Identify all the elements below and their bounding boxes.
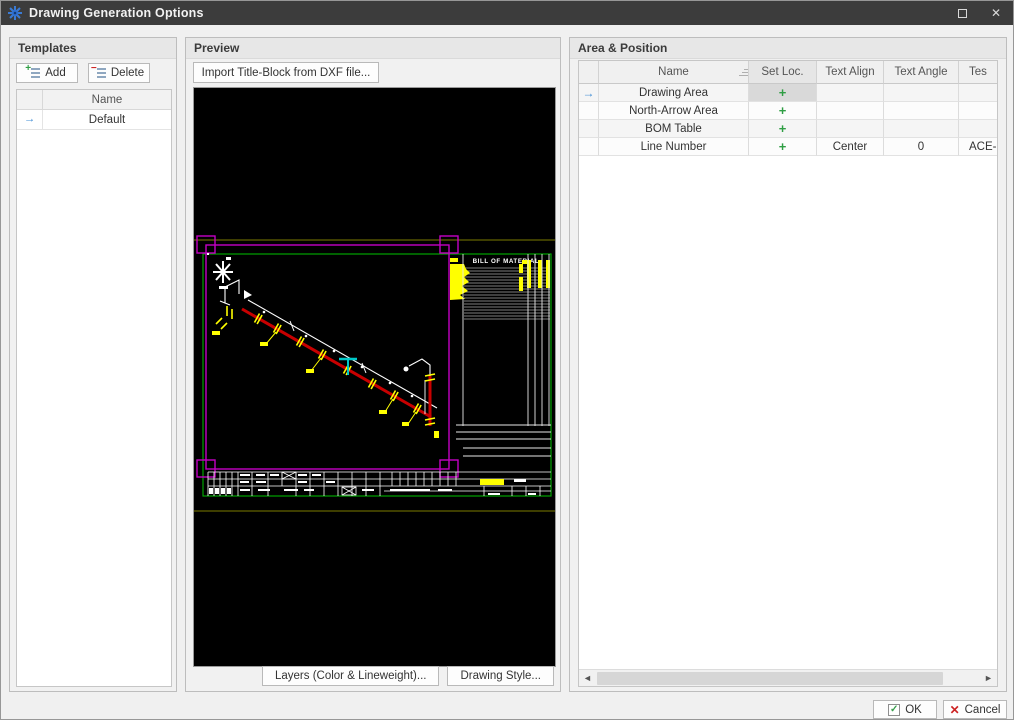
cell-text-style[interactable]: [959, 120, 997, 138]
drawing-style-button[interactable]: Drawing Style...: [447, 666, 554, 686]
cell-name[interactable]: Line Number: [599, 138, 749, 156]
delete-template-button[interactable]: − Delete: [88, 63, 150, 83]
cancel-x-icon: ✕: [949, 702, 960, 717]
templates-list: Name → Default: [16, 89, 172, 687]
cell-text-align[interactable]: [817, 120, 884, 138]
close-button[interactable]: ✕: [979, 1, 1013, 25]
template-row-default[interactable]: → Default: [17, 110, 171, 130]
grid-row-drawing-area[interactable]: → Drawing Area +: [579, 84, 997, 102]
column-header-text-align[interactable]: Text Align: [817, 61, 884, 84]
cell-text-align[interactable]: [817, 84, 884, 102]
sheet-border: [202, 253, 552, 497]
import-titleblock-button[interactable]: Import Title-Block from DXF file...: [193, 62, 379, 83]
templates-list-header: Name: [17, 90, 171, 110]
cell-name[interactable]: North-Arrow Area: [599, 102, 749, 120]
preview-caption: Preview: [186, 38, 560, 59]
templates-panel: Templates + Add − Delete Name → Default: [9, 37, 177, 692]
column-header-name[interactable]: Name: [599, 61, 749, 84]
delete-icon: −: [91, 64, 106, 78]
cell-text-align[interactable]: [817, 102, 884, 120]
area-position-grid: Name Set Loc. Text Align Text Angle Tes …: [578, 60, 998, 687]
add-button-label: Add: [45, 67, 66, 79]
sort-ascending-icon: [739, 69, 748, 76]
ok-check-icon: ✓: [888, 703, 901, 716]
templates-name-column-header[interactable]: Name: [43, 90, 171, 109]
grid-header-row: Name Set Loc. Text Align Text Angle Tes: [579, 61, 997, 84]
column-header-set-loc[interactable]: Set Loc.: [749, 61, 817, 84]
scrollbar-thumb[interactable]: [597, 671, 943, 685]
row-selected-arrow: →: [582, 85, 595, 100]
grid-row-line-number[interactable]: Line Number + Center 0 ACE-10: [579, 138, 997, 156]
app-gear-icon: [7, 5, 23, 21]
add-template-button[interactable]: + Add: [16, 63, 78, 83]
cell-text-angle[interactable]: [884, 84, 959, 102]
column-header-text-angle[interactable]: Text Angle: [884, 61, 959, 84]
area-position-panel: Area & Position Name Set Loc. Text Align…: [569, 37, 1007, 692]
cell-text-style[interactable]: [959, 84, 997, 102]
cell-text-angle[interactable]: [884, 120, 959, 138]
drawing-generation-options-dialog: Drawing Generation Options ✕ Templates +…: [0, 0, 1014, 720]
cell-name[interactable]: Drawing Area: [599, 84, 749, 102]
cancel-button[interactable]: ✕ Cancel: [943, 700, 1007, 719]
cell-text-angle[interactable]: 0: [884, 138, 959, 156]
title-block-highlight: [480, 479, 504, 485]
maximize-button[interactable]: [945, 1, 979, 25]
scroll-right-arrow[interactable]: ►: [980, 670, 997, 687]
cell-set-loc-button[interactable]: +: [749, 120, 817, 138]
preview-canvas: BILL OF MATERIAL: [193, 87, 556, 667]
cancel-label: Cancel: [964, 703, 1001, 716]
scroll-left-arrow[interactable]: ◄: [579, 670, 596, 687]
row-selected-arrow: →: [17, 110, 43, 129]
cell-text-style[interactable]: ACE-10: [959, 138, 997, 156]
close-icon: ✕: [990, 6, 1002, 20]
cad-drawing: BILL OF MATERIAL: [194, 235, 555, 512]
north-arrow-symbol: [213, 261, 233, 283]
titlebar: Drawing Generation Options ✕: [1, 1, 1013, 25]
cell-set-loc-button[interactable]: +: [749, 138, 817, 156]
grid-selector-header: [579, 61, 599, 84]
preview-panel: Preview Import Title-Block from DXF file…: [185, 37, 561, 692]
horizontal-scrollbar[interactable]: ◄ ►: [579, 669, 997, 686]
template-name: Default: [88, 114, 126, 126]
templates-selector-column: [17, 90, 43, 109]
cell-text-align[interactable]: Center: [817, 138, 884, 156]
add-icon: +: [25, 64, 41, 78]
grid-row-north-arrow-area[interactable]: North-Arrow Area +: [579, 102, 997, 120]
cell-text-angle[interactable]: [884, 102, 959, 120]
cell-name[interactable]: BOM Table: [599, 120, 749, 138]
area-position-caption: Area & Position: [570, 38, 1006, 59]
templates-caption: Templates: [10, 38, 176, 59]
column-header-text-style[interactable]: Tes: [959, 61, 997, 84]
cell-set-loc-button[interactable]: +: [749, 102, 817, 120]
layers-button[interactable]: Layers (Color & Lineweight)...: [261, 666, 440, 686]
cell-text-style[interactable]: [959, 102, 997, 120]
ok-button[interactable]: ✓ OK: [873, 700, 937, 719]
grid-row-bom-table[interactable]: BOM Table +: [579, 120, 997, 138]
maximize-icon: [957, 8, 967, 18]
bom-table-block: BILL OF MATERIAL: [450, 254, 551, 457]
pipe-isometric: [212, 279, 439, 438]
window-title: Drawing Generation Options: [29, 6, 204, 20]
delete-button-label: Delete: [110, 67, 145, 79]
cell-set-loc-button[interactable]: +: [749, 84, 817, 102]
ok-label: OK: [905, 703, 922, 716]
